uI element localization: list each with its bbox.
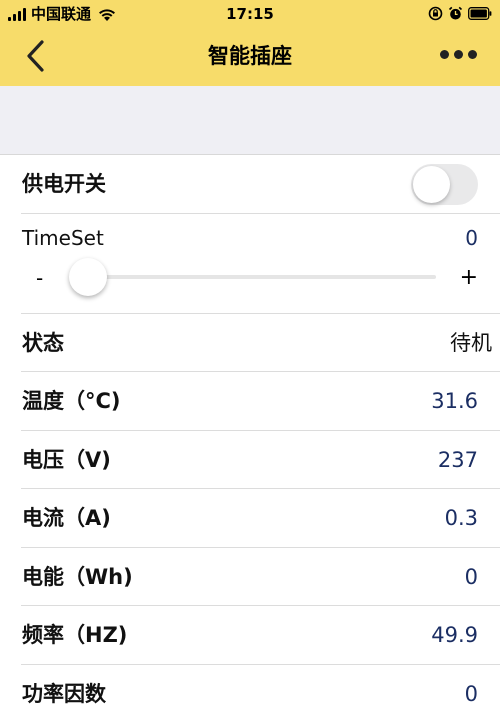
temperature-row: 温度（°C) 31.6 — [0, 372, 500, 431]
status-bar: 中国联通 17:15 — [0, 0, 500, 30]
orientation-lock-icon — [428, 6, 443, 21]
screen: 中国联通 17:15 智能插座 供电开关 TimeSet 0 - + 状态 待机… — [0, 0, 500, 711]
row-value: 31.6 — [431, 389, 478, 413]
status-time: 17:15 — [226, 5, 274, 23]
power-factor-row: 功率因数 0 — [0, 665, 500, 711]
more-dot-icon — [440, 49, 449, 59]
current-row: 电流（A) 0.3 — [0, 489, 500, 548]
battery-icon — [468, 7, 492, 20]
power-toggle[interactable] — [411, 164, 478, 205]
header: 中国联通 17:15 智能插座 — [0, 0, 500, 86]
power-switch-row: 供电开关 — [0, 155, 500, 214]
row-label: 电能（Wh) — [22, 564, 133, 589]
more-dot-icon — [454, 49, 463, 59]
toggle-knob — [413, 166, 450, 203]
row-label: 电流（A) — [22, 506, 111, 530]
nav-bar: 智能插座 — [0, 30, 500, 86]
status-right — [428, 6, 492, 21]
row-value: 0 — [464, 681, 478, 706]
settings-list: 供电开关 TimeSet 0 - + 状态 待机 温度（°C) 31.6 电压（… — [0, 155, 500, 711]
slider-min-label: - — [36, 265, 44, 290]
row-label: 功率因数 — [22, 681, 106, 706]
more-button[interactable] — [440, 48, 478, 60]
more-dot-icon — [468, 49, 477, 59]
row-label: 频率（HZ) — [22, 623, 128, 647]
slider-max-label: + — [459, 264, 478, 290]
row-value: 49.9 — [431, 623, 478, 647]
timeset-label: TimeSet — [22, 225, 104, 250]
row-label: 温度（°C) — [22, 389, 121, 413]
row-value: 0.3 — [444, 506, 478, 530]
energy-row: 电能（Wh) 0 — [0, 548, 500, 607]
power-switch-label: 供电开关 — [22, 172, 106, 196]
row-value: 0 — [464, 564, 478, 589]
row-label: 电压（V) — [22, 447, 111, 472]
row-value: 待机 — [450, 330, 492, 355]
timeset-row: TimeSet 0 - + — [0, 214, 500, 314]
page-title: 智能插座 — [208, 44, 292, 68]
alarm-icon — [448, 6, 463, 20]
status-row: 状态 待机 — [0, 314, 500, 373]
timeset-value: 0 — [465, 225, 478, 250]
timeset-slider[interactable] — [88, 274, 436, 279]
row-value: 237 — [437, 447, 478, 472]
frequency-row: 频率（HZ) 49.9 — [0, 606, 500, 665]
voltage-row: 电压（V) 237 — [0, 431, 500, 490]
section-spacer — [0, 86, 500, 155]
row-label: 状态 — [22, 330, 64, 355]
slider-thumb[interactable] — [69, 257, 107, 296]
